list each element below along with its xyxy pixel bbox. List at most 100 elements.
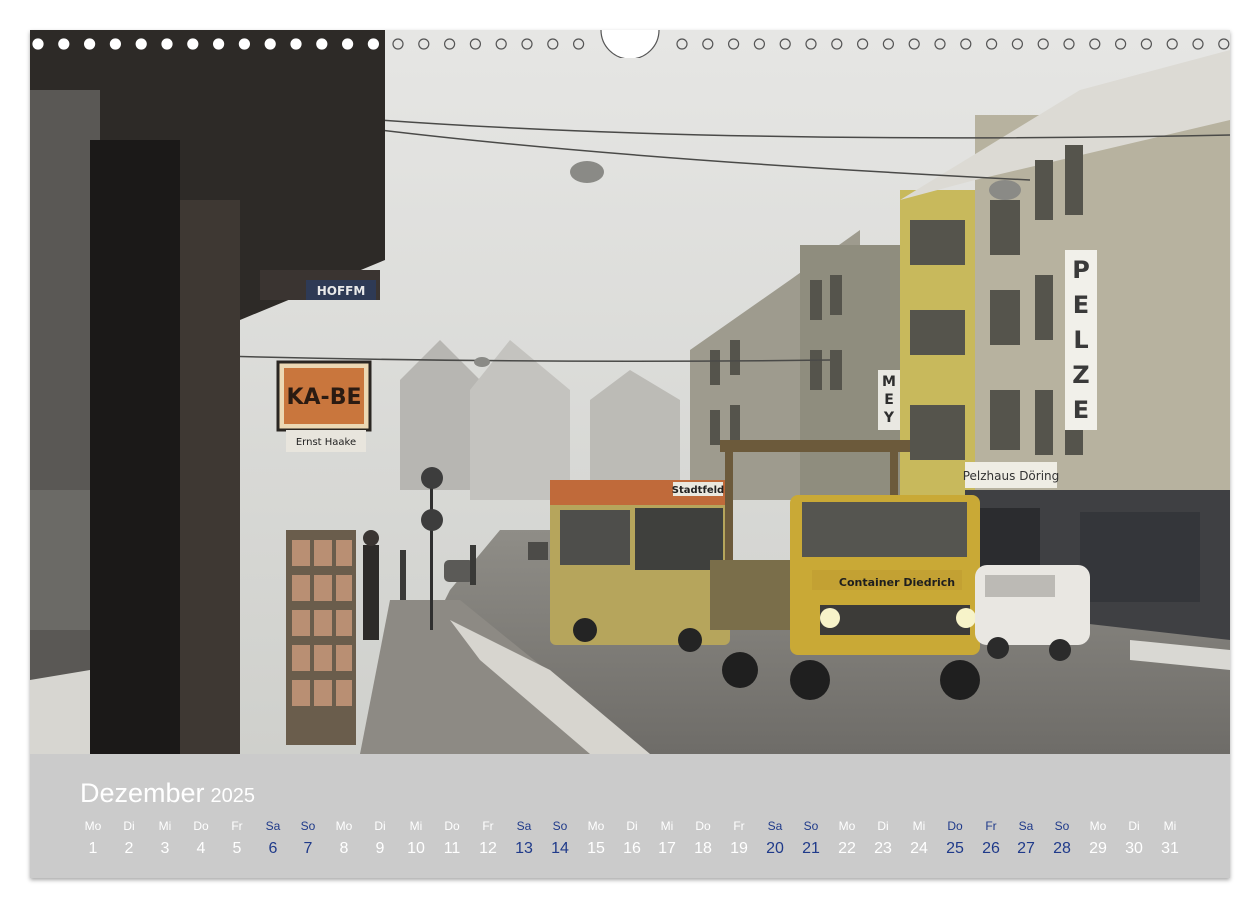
day-cell: Fr 12 xyxy=(470,818,506,858)
day-cell: Sa 20 xyxy=(757,818,793,858)
calendar-page: P E L Z E M E Y Pelzhaus Döring Stadtfel… xyxy=(30,30,1230,878)
day-number: 14 xyxy=(551,840,569,857)
weekday-label: So xyxy=(552,819,568,833)
binding-hole xyxy=(238,38,250,50)
day-number: 22 xyxy=(838,840,856,857)
weekday-label: Di xyxy=(626,819,638,833)
day-number: 23 xyxy=(874,840,892,857)
binding-hole xyxy=(1011,38,1024,50)
weekday-label: Mi xyxy=(158,819,172,833)
month-name: Dezember xyxy=(80,778,205,808)
hoffm-sign: HOFFM xyxy=(317,284,366,298)
kabe-sign: KA-BE xyxy=(286,385,361,410)
binding-hole xyxy=(572,38,585,50)
binding-hole xyxy=(521,38,533,50)
month-title: Dezember 2025 xyxy=(80,778,255,809)
binding-hole xyxy=(1037,38,1049,50)
calendar-strip: Dezember 2025 Mo 1 Di 2 Mi 3 Do 4 Fr 5 Sa 6 So 7 Mo 8 Di 9… xyxy=(30,754,1230,878)
day-cell: Mo 22 xyxy=(829,818,865,858)
day-number: 11 xyxy=(443,840,461,857)
day-number: 21 xyxy=(802,840,820,857)
day-cell: Sa 6 xyxy=(255,818,291,858)
day-number: 16 xyxy=(623,840,641,857)
day-cell: Fr 26 xyxy=(973,818,1009,858)
day-number: 3 xyxy=(160,840,170,857)
binding-hole xyxy=(264,38,276,50)
weekday-label: Do xyxy=(695,819,711,833)
binding-hole xyxy=(805,38,817,50)
binding-hole xyxy=(1089,38,1101,50)
day-cell: Mi 31 xyxy=(1152,818,1188,858)
weekday-label: So xyxy=(803,819,819,833)
day-cell: Mo 29 xyxy=(1080,818,1116,858)
day-cell: So 28 xyxy=(1044,818,1080,858)
truck-lettering: Container Diedrich xyxy=(839,576,955,589)
day-number: 31 xyxy=(1161,840,1179,857)
day-cell: Do 18 xyxy=(685,818,721,858)
weekday-label: Mo xyxy=(1089,819,1107,833)
mey-letter: Y xyxy=(883,410,895,426)
binding-hole xyxy=(469,38,481,50)
binding-hole xyxy=(135,38,147,50)
day-number: 7 xyxy=(303,840,313,857)
binding-hole xyxy=(213,38,225,50)
binding-hole xyxy=(702,38,714,50)
binding-hole xyxy=(392,38,404,50)
weekday-label: Sa xyxy=(767,819,783,833)
day-number: 15 xyxy=(587,840,605,857)
day-number: 2 xyxy=(124,840,134,857)
binding-hole xyxy=(32,38,44,50)
weekday-label: Do xyxy=(947,819,963,833)
day-cell: Di 30 xyxy=(1116,818,1152,858)
weekday-label: Mi xyxy=(1163,819,1177,833)
day-cell: Di 16 xyxy=(614,818,650,858)
day-cell: Di 9 xyxy=(362,818,398,858)
day-cell: Mi 3 xyxy=(147,818,183,858)
pelze-letter: E xyxy=(1073,396,1089,424)
day-number: 1 xyxy=(88,840,98,857)
weekday-label: Mo xyxy=(335,819,353,833)
binding-hole xyxy=(831,38,843,50)
day-number: 18 xyxy=(694,840,712,857)
day-cell: Mo 1 xyxy=(75,818,111,858)
day-cell: Mi 17 xyxy=(649,818,685,858)
day-number: 10 xyxy=(407,840,425,857)
day-number: 9 xyxy=(375,840,385,857)
weekday-label: Di xyxy=(374,819,386,833)
weekday-label: Di xyxy=(123,819,135,833)
binding-hole xyxy=(83,38,96,50)
pelze-letter: P xyxy=(1072,256,1090,284)
weekday-label: Do xyxy=(444,819,460,833)
day-cell: Do 4 xyxy=(183,818,219,858)
day-cell: Mo 8 xyxy=(326,818,362,858)
day-cell: So 21 xyxy=(793,818,829,858)
binding-hole xyxy=(882,38,895,50)
binding-hole xyxy=(290,38,302,50)
binding-hole xyxy=(908,38,920,50)
binding-hole xyxy=(985,38,998,50)
day-number: 6 xyxy=(268,840,278,857)
pelze-letter: E xyxy=(1073,291,1089,319)
binding-hole xyxy=(547,38,559,50)
binding-hole xyxy=(495,38,507,50)
day-cell: Fr 19 xyxy=(721,818,757,858)
weekday-label: Fr xyxy=(231,819,243,833)
day-number: 13 xyxy=(515,840,533,857)
weekday-label: Di xyxy=(877,819,889,833)
pelze-letter: Z xyxy=(1072,361,1089,389)
day-number: 8 xyxy=(339,840,349,857)
binding-hole xyxy=(1063,38,1075,50)
hanger-notch xyxy=(600,30,660,58)
mey-letter: M xyxy=(882,374,896,390)
pelze-letter: L xyxy=(1073,326,1088,354)
pelzhaus-sign: Pelzhaus Döring xyxy=(963,469,1060,483)
weekday-label: So xyxy=(1054,819,1070,833)
weekday-label: Fr xyxy=(985,819,997,833)
binding-hole xyxy=(1140,38,1153,50)
day-number: 27 xyxy=(1017,840,1035,857)
weekday-label: Fr xyxy=(482,819,494,833)
weekday-label: Sa xyxy=(516,819,532,833)
day-cell: Sa 27 xyxy=(1008,818,1044,858)
day-number: 29 xyxy=(1089,840,1107,857)
day-number: 25 xyxy=(946,840,964,857)
